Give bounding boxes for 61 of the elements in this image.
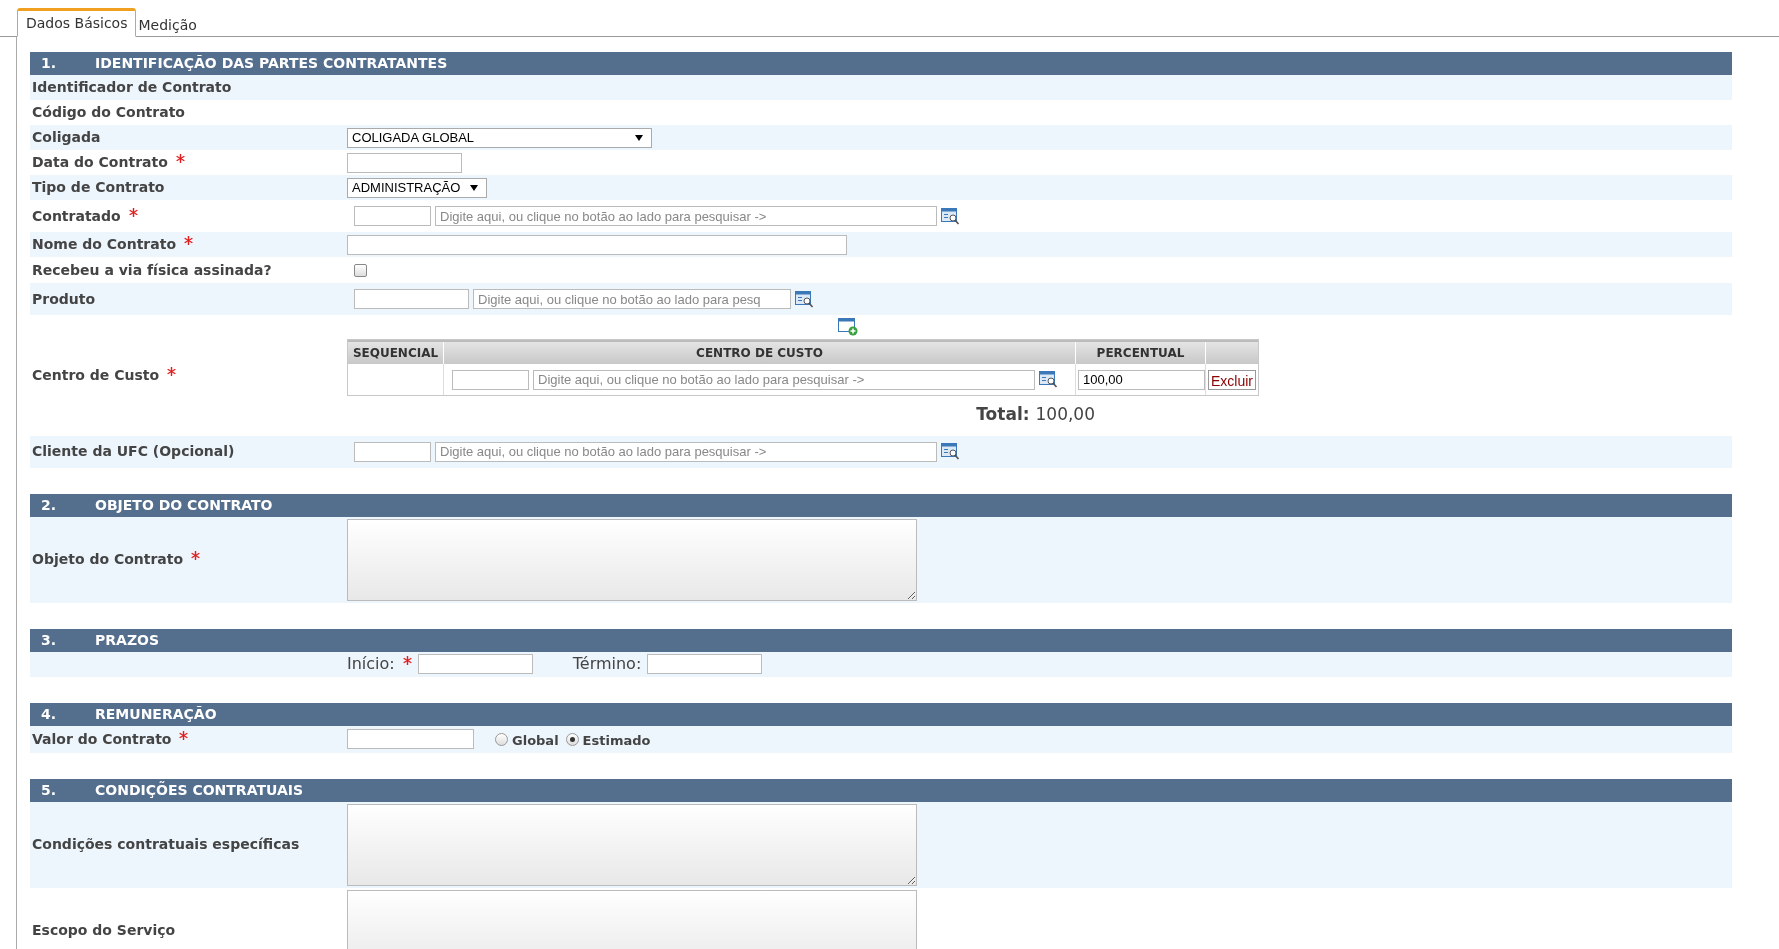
percent-input-field[interactable]: 100,00 — [1078, 369, 1205, 390]
field-label: Coligada — [32, 128, 101, 147]
search-input-field[interactable]: Digite aqui, ou clique no botão ao lado para pesquisar -> — [533, 369, 1035, 390]
section-header: 3. PRAZOS — [30, 628, 1732, 652]
search-list-icon[interactable] — [941, 207, 960, 225]
field-label: Data do Contrato — [32, 153, 168, 172]
search-list-icon[interactable] — [941, 443, 960, 460]
date-input-field[interactable] — [417, 654, 533, 674]
text-input-field[interactable] — [347, 234, 847, 255]
field-label: Contratado — [32, 206, 121, 226]
section-header: 1. IDENTIFICAÇÃO DAS PARTES CONTRATANTES — [30, 52, 1732, 75]
radio-label: Estimado — [582, 731, 651, 750]
column-header: CENTRO DE CUSTO — [444, 342, 1076, 364]
checkbox[interactable] — [354, 263, 367, 277]
delete-button[interactable]: Excluir — [1208, 369, 1256, 390]
field-label: Condições contratuais específicas — [32, 835, 300, 854]
field-label: Código do Contrato — [32, 103, 185, 122]
text-area[interactable] — [347, 803, 917, 886]
section-header: 2. OBJETO DO CONTRATO — [30, 493, 1732, 517]
dropdown[interactable]: ADMINISTRAÇÃO — [347, 177, 487, 198]
caret-icon — [635, 134, 643, 141]
section-header: 5. CONDIÇÕES CONTRATUAIS — [30, 778, 1732, 802]
field-label: Centro de Custo — [32, 365, 160, 385]
radio-button[interactable] — [495, 732, 508, 746]
column-header: SEQUENCIAL — [348, 342, 444, 364]
code-input-field[interactable] — [452, 369, 529, 390]
search-list-icon[interactable] — [795, 290, 814, 308]
dropdown[interactable]: COLIGADA GLOBAL — [347, 127, 652, 148]
code-input-field[interactable] — [354, 289, 469, 309]
section-header: 4. REMUNERAÇÃO — [30, 702, 1732, 726]
add-window-icon[interactable] — [838, 318, 858, 336]
text-area[interactable] — [347, 518, 917, 601]
search-list-icon[interactable] — [1039, 371, 1058, 388]
date-input-field[interactable] — [647, 654, 763, 674]
tab[interactable]: Dados Básicos — [17, 8, 137, 37]
field-label: Recebeu a via física assinada? — [32, 260, 272, 280]
field-label: Valor do Contrato — [32, 729, 172, 749]
code-input-field[interactable] — [354, 206, 431, 226]
text-area[interactable] — [347, 889, 917, 949]
date-input-field[interactable] — [347, 152, 462, 173]
radio-label: Global — [512, 731, 559, 750]
column-header: PERCENTUAL — [1076, 342, 1206, 364]
field-label: Cliente da UFC (Opcional) — [32, 442, 235, 461]
caret-icon — [470, 184, 478, 191]
date-label: Término: — [572, 653, 642, 675]
total-label: Total: — [976, 403, 1030, 426]
search-input-field[interactable]: Digite aqui, ou clique no botão ao lado para pesquisar -> — [435, 441, 937, 462]
radio-button[interactable] — [565, 732, 579, 746]
field-label: Nome do Contrato — [32, 235, 177, 254]
value-input-field[interactable] — [347, 729, 474, 749]
code-input-field[interactable] — [354, 441, 431, 462]
date-label: Início: — [347, 653, 395, 675]
field-label: Objeto do Contrato — [32, 550, 184, 569]
search-input-field[interactable]: Digite aqui, ou clique no botão ao lado para pesq — [473, 289, 791, 309]
tab[interactable]: Medição — [136, 12, 199, 36]
search-input-field[interactable]: Digite aqui, ou clique no botão ao lado para pesquisar -> — [435, 206, 937, 226]
field-label: Escopo do Serviço — [32, 921, 176, 940]
total-value: 100,00 — [1035, 403, 1095, 426]
field-label: Produto — [32, 289, 96, 309]
field-label: Tipo de Contrato — [32, 178, 165, 197]
field-label: Identificador de Contrato — [32, 78, 232, 97]
